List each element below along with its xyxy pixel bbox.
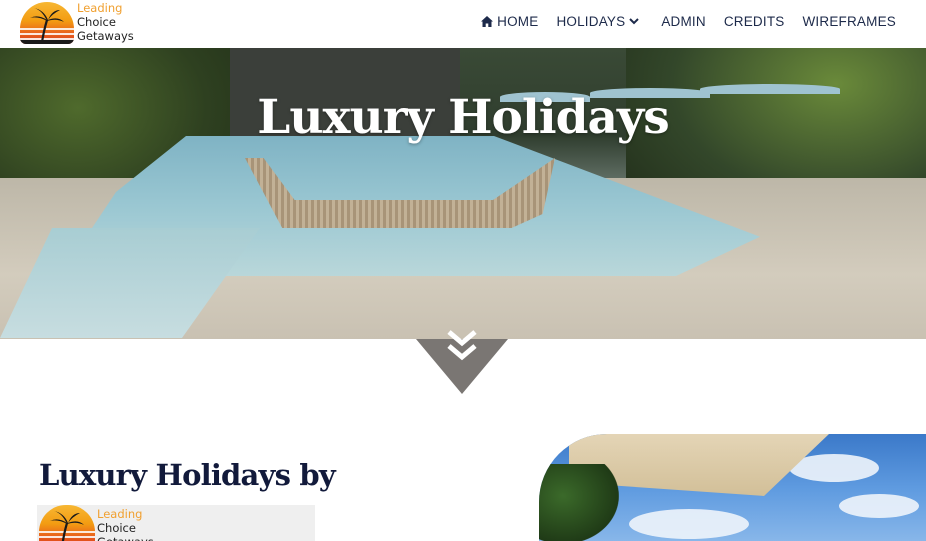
main-menu: HOME HOLIDAYS ADMIN CREDITS WIREFRAMES: [463, 14, 896, 29]
nav-wireframes[interactable]: WIREFRAMES: [802, 14, 896, 29]
home-icon: [481, 16, 494, 27]
nav-credits-label: CREDITS: [723, 14, 785, 29]
nav-admin-label: ADMIN: [661, 14, 706, 29]
sunset-palm-icon: [39, 505, 95, 541]
brand-logo[interactable]: Leading Choice Getaways: [20, 0, 140, 46]
nav-wireframes-label: WIREFRAMES: [802, 14, 896, 29]
brand-line-2: Choice: [97, 521, 136, 535]
photo-cloud: [839, 494, 919, 518]
brand-wordmark: Leading Choice Getaways: [77, 1, 134, 43]
navbar: Leading Choice Getaways HOME HOLIDAYS AD…: [0, 0, 926, 48]
chevron-down-icon: [629, 18, 640, 25]
brand-wordmark: Leading Choice Getaways: [97, 507, 154, 541]
brand-line-1: Leading: [97, 507, 143, 521]
sunset-palm-icon: [20, 2, 74, 44]
brand-line-1: Leading: [77, 1, 123, 15]
nav-holidays-label: HOLIDAYS: [556, 14, 626, 29]
photo-cloud: [629, 509, 749, 539]
nav-home-label: HOME: [497, 14, 539, 29]
scroll-down-button[interactable]: [444, 326, 480, 368]
brand-line-2: Choice: [77, 15, 116, 29]
nav-admin[interactable]: ADMIN: [661, 14, 706, 29]
brand-line-3: Getaways: [77, 29, 134, 43]
hero-title: Luxury Holidays: [257, 90, 669, 145]
double-chevron-down-icon: [447, 330, 477, 361]
holiday-photo: [539, 434, 926, 541]
hero-banner: Luxury Holidays: [0, 48, 926, 339]
section-title: Luxury Holidays by: [39, 458, 336, 492]
nav-holidays-dropdown[interactable]: HOLIDAYS: [556, 14, 643, 29]
photo-palm: [539, 464, 619, 541]
nav-home[interactable]: HOME: [481, 14, 538, 29]
nav-credits[interactable]: CREDITS: [724, 14, 785, 29]
brand-logo-large: Leading Choice Getaways: [37, 505, 315, 541]
brand-line-3: Getaways: [97, 535, 154, 541]
